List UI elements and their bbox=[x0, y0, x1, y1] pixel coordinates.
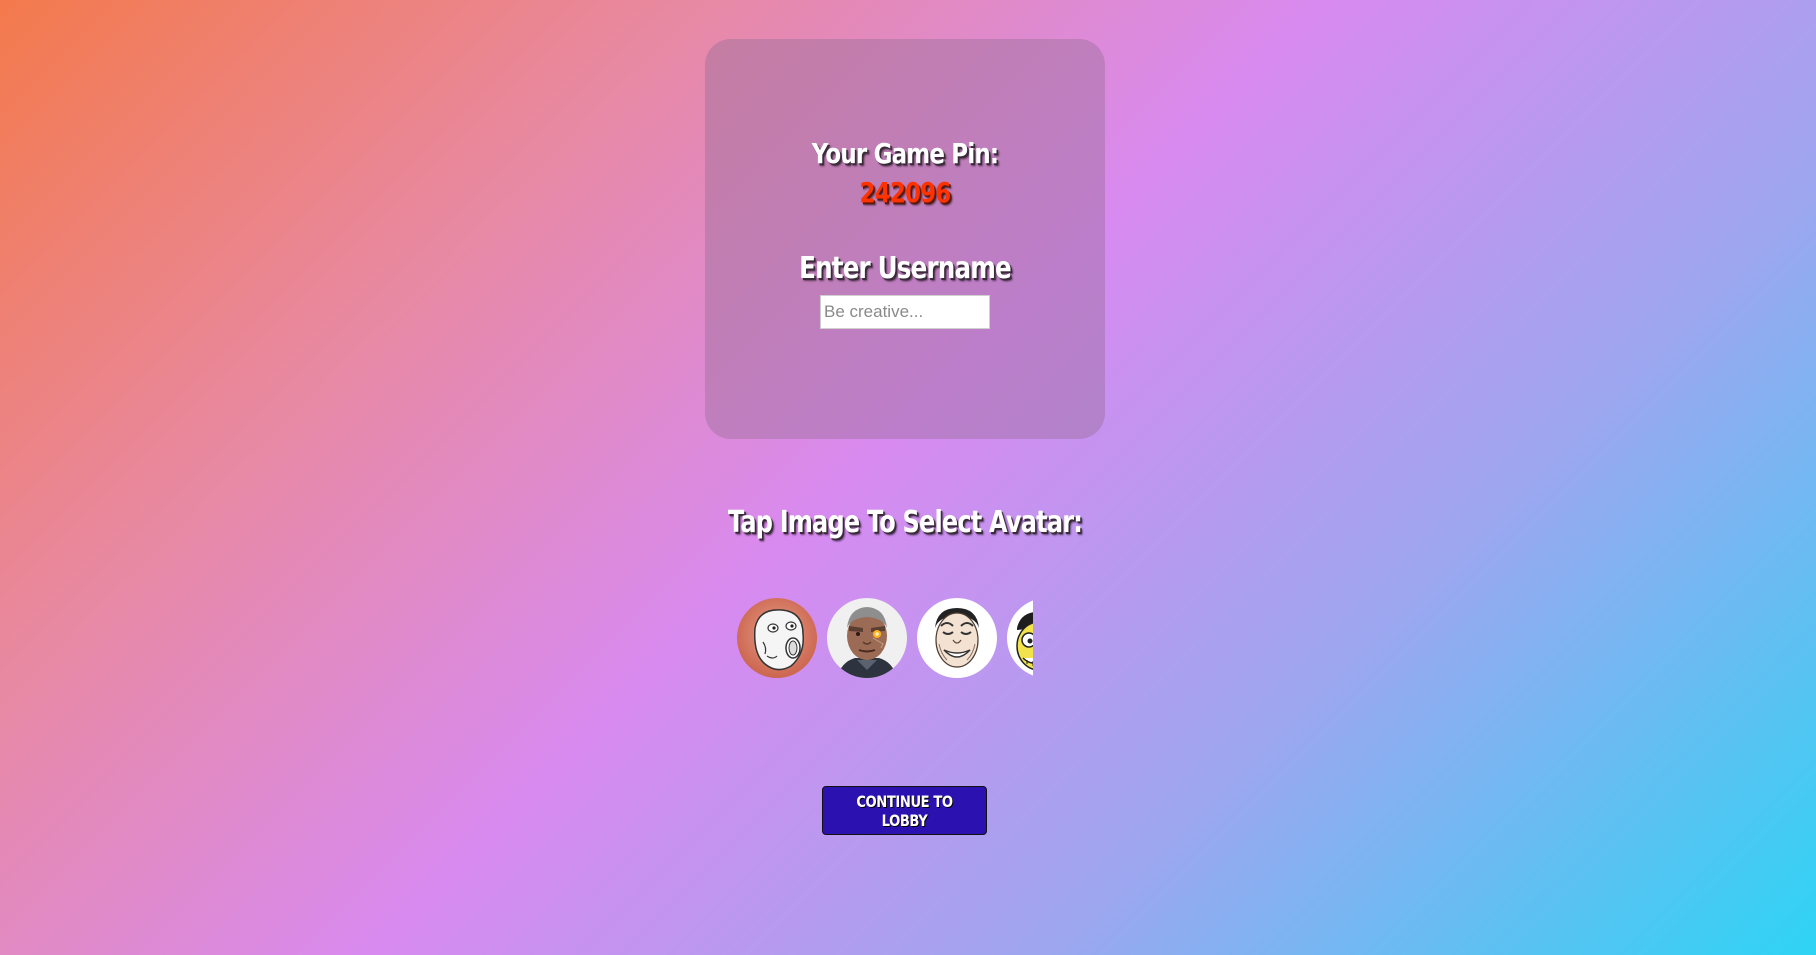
game-pin-value: 242096 bbox=[859, 176, 952, 209]
username-input[interactable] bbox=[820, 295, 990, 329]
username-label: Enter Username bbox=[799, 251, 1012, 286]
continue-to-lobby-button[interactable]: CONTINUE TO LOBBY bbox=[822, 786, 987, 835]
continue-to-lobby-label: CONTINUE TO LOBBY bbox=[856, 791, 953, 830]
avatar-carousel[interactable] bbox=[736, 598, 1033, 680]
cartoon-character-avatar-icon[interactable] bbox=[1007, 598, 1033, 678]
troll-face-avatar-icon[interactable] bbox=[737, 598, 817, 678]
cyborg-soldier-avatar-icon[interactable] bbox=[827, 598, 907, 678]
game-pin-card: Your Game Pin: 242096 Enter Username bbox=[705, 39, 1105, 439]
avatar-select-label: Tap Image To Select Avatar: bbox=[727, 505, 1083, 540]
game-pin-label: Your Game Pin: bbox=[811, 137, 999, 170]
laughing-man-avatar-icon[interactable] bbox=[917, 598, 997, 678]
